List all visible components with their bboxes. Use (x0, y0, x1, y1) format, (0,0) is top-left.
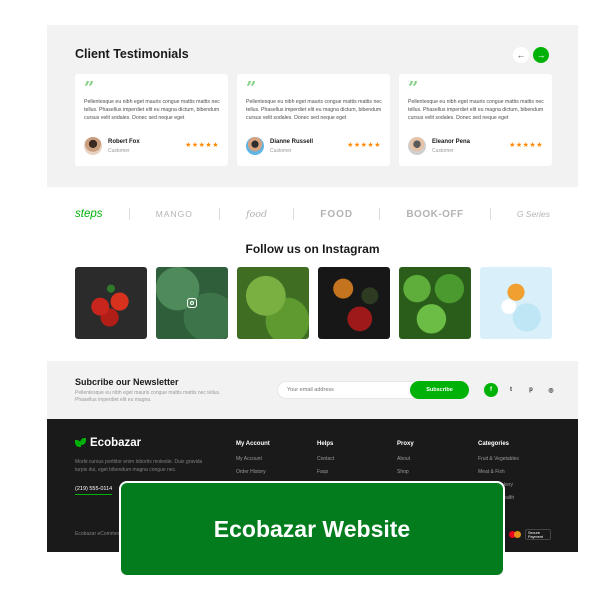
brand-logo-book-off[interactable]: BOOK-OFF (406, 209, 463, 220)
column-title: My Account (236, 441, 270, 447)
footer-link[interactable]: Order History (236, 469, 270, 475)
customer-name: Robert Fox (108, 139, 140, 145)
footer-link[interactable]: About (397, 456, 414, 462)
star-rating: ★★★★★ (347, 142, 381, 149)
social-links: f t p ◎ (484, 383, 558, 397)
newsletter-description: Pellentesque eu nibh eget mauris congue … (75, 390, 221, 403)
instagram-icon (187, 298, 197, 308)
facebook-icon[interactable]: f (484, 383, 498, 397)
testimonial-card: ” Pellentesque eu nibh eget mauris congu… (75, 74, 228, 166)
customer-role: Customer (432, 148, 454, 154)
mastercard-icon (509, 531, 521, 538)
pinterest-icon[interactable]: p (524, 383, 538, 397)
brand-logos: steps MANGO food FOOD BOOK-OFF G Series (75, 205, 550, 223)
divider (489, 208, 491, 220)
brand-logo-g-series[interactable]: G Series (517, 209, 550, 219)
leaf-icon (75, 438, 87, 448)
customer-role: Customer (108, 148, 130, 154)
instagram-grid (75, 267, 552, 339)
quote-icon: ” (408, 78, 419, 99)
quote-icon: ” (84, 78, 95, 99)
quote-icon: ” (246, 78, 257, 99)
customer-name: Eleanor Pena (432, 139, 471, 145)
divider (379, 208, 381, 220)
testimonial-card: ” Pellentesque eu nibh eget mauris congu… (237, 74, 390, 166)
brand-logo-mango[interactable]: MANGO (156, 209, 193, 219)
footer-column-my-account: My Account My Account Order History (236, 441, 270, 482)
column-title: Proxy (397, 441, 414, 447)
star-rating: ★★★★★ (185, 142, 219, 149)
brand-logo-food-script[interactable]: food (246, 209, 267, 220)
testimonial-text: Pellentesque eu nibh eget mauris congue … (246, 99, 382, 122)
footer-link[interactable]: Faqs (317, 469, 334, 475)
avatar (246, 137, 264, 155)
customer-name: Dianne Russell (270, 139, 314, 145)
divider (218, 208, 220, 220)
instagram-title: Follow us on Instagram (245, 242, 380, 256)
avatar (84, 137, 102, 155)
footer-link[interactable]: My Account (236, 456, 270, 462)
avatar (408, 137, 426, 155)
instagram-post-cabbage[interactable] (237, 267, 309, 339)
instagram-post-leaves[interactable] (156, 267, 228, 339)
footer-link[interactable]: Fruit & Vegetables (478, 456, 519, 462)
footer-column-helps: Helps Contact Faqs (317, 441, 334, 482)
testimonials-title: Client Testimonials (75, 47, 189, 61)
instagram-icon[interactable]: ◎ (544, 383, 558, 397)
column-title: Helps (317, 441, 334, 447)
phone-number[interactable]: (219) 555-0114 (75, 486, 113, 495)
footer-link[interactable]: Meat & Fish (478, 469, 519, 475)
payment-methods: Secure Payment (509, 529, 551, 540)
testimonial-text: Pellentesque eu nibh eget mauris congue … (408, 99, 544, 122)
testimonial-cards: ” Pellentesque eu nibh eget mauris congu… (75, 74, 552, 166)
page-frame: Client Testimonials ← → ” Pellentesque e… (47, 25, 578, 552)
arrow-left-icon[interactable]: ← (513, 47, 529, 63)
subscribe-button[interactable]: Subscribe (410, 381, 469, 399)
website-title-banner: Ecobazar Website (119, 481, 505, 577)
footer-column-proxy: Proxy About Shop (397, 441, 414, 482)
brand-logo-steps[interactable]: steps (75, 208, 103, 220)
footer-link[interactable]: Contact (317, 456, 334, 462)
newsletter-section: Subcribe our Newsletter Pellentesque eu … (47, 361, 578, 419)
star-rating: ★★★★★ (509, 142, 543, 149)
footer-logo[interactable]: Ecobazar (75, 437, 141, 449)
secure-payment-badge: Secure Payment (525, 529, 551, 540)
instagram-post-peppers[interactable] (318, 267, 390, 339)
instagram-post-fruit-splash[interactable] (480, 267, 552, 339)
arrow-right-icon[interactable]: → (533, 47, 549, 63)
instagram-post-tomatoes[interactable] (75, 267, 147, 339)
divider (128, 208, 130, 220)
customer-role: Customer (270, 148, 292, 154)
logo-text: Ecobazar (90, 437, 142, 449)
brand-logo-food[interactable]: FOOD (320, 209, 353, 220)
column-title: Categories (478, 441, 510, 447)
instagram-post-spinach[interactable] (399, 267, 471, 339)
footer-link[interactable]: Shop (397, 469, 414, 475)
twitter-icon[interactable]: t (504, 383, 518, 397)
footer-description: Morbi cursus porttitor enim lobortis mol… (75, 459, 203, 473)
testimonial-text: Pellentesque eu nibh eget mauris congue … (84, 99, 220, 122)
testimonial-card: ” Pellentesque eu nibh eget mauris congu… (399, 74, 552, 166)
newsletter-title: Subcribe our Newsletter (75, 377, 179, 387)
testimonials-section: Client Testimonials ← → ” Pellentesque e… (47, 25, 578, 187)
divider (293, 208, 295, 220)
